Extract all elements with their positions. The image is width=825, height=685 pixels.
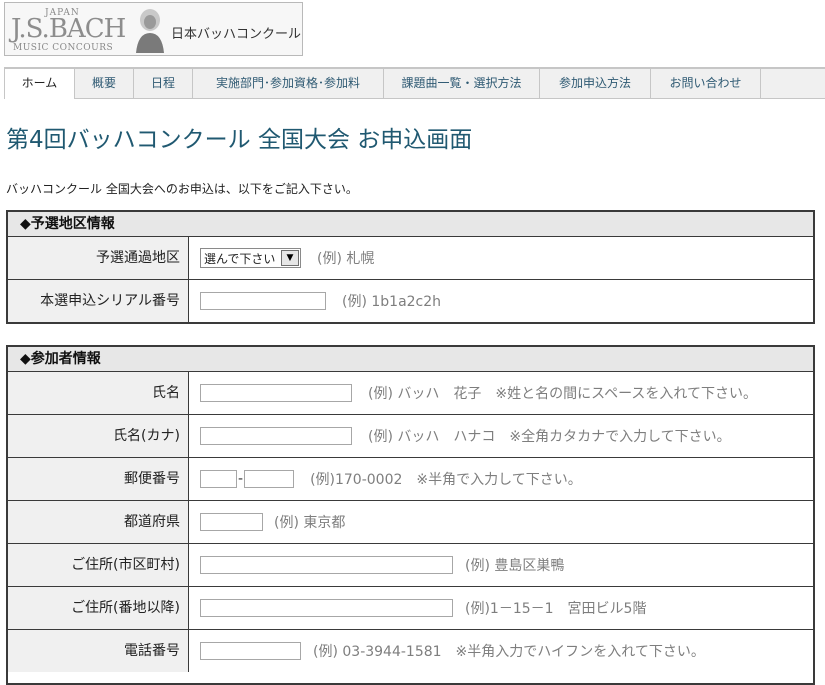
field-hint: (例) 03-3944-1581 ※半角入力でハイフンを入れて下さい。 bbox=[313, 644, 705, 660]
logo-jsbach-text: J.S.BACH bbox=[11, 14, 126, 44]
tab-overview[interactable]: 概要 bbox=[75, 69, 134, 98]
field-hint: (例)170-0002 ※半角で入力して下さい。 bbox=[310, 472, 582, 488]
section-heading: ◆参加者情報 bbox=[8, 347, 813, 372]
postal-code-second-input[interactable] bbox=[244, 470, 295, 488]
main-navigation: ホーム 概要 日程 実施部門･参加資格･参加料 課題曲一覧・選択方法 参加申込方… bbox=[4, 67, 825, 99]
field-label: 予選通過地区 bbox=[8, 237, 189, 279]
form-row-phone: 電話番号 (例) 03-3944-1581 ※半角入力でハイフンを入れて下さい。 bbox=[8, 630, 813, 672]
tab-schedule[interactable]: 日程 bbox=[134, 69, 193, 98]
dropdown-arrow-icon[interactable]: ▼ bbox=[281, 250, 299, 266]
field-hint: (例) 豊島区巣鴨 bbox=[465, 558, 565, 574]
logo-japanese-name: 日本バッハコンクール bbox=[171, 27, 302, 42]
field-label: 氏名 bbox=[8, 372, 189, 414]
field-hint: (例) 札幌 bbox=[317, 251, 375, 267]
field-label: ご住所(市区町村) bbox=[8, 544, 189, 586]
form-row-prefecture: 都道府県 (例) 東京都 bbox=[8, 501, 813, 544]
field-label: 氏名(カナ) bbox=[8, 415, 189, 457]
field-label: 郵便番号 bbox=[8, 458, 189, 500]
form-row-serial: 本選申込シリアル番号 (例) 1b1a2c2h bbox=[8, 280, 813, 322]
postal-code-separator: - bbox=[238, 471, 244, 487]
field-hint: (例) 東京都 bbox=[274, 515, 346, 531]
phone-input[interactable] bbox=[200, 642, 301, 660]
name-kana-input[interactable] bbox=[200, 427, 352, 445]
prefecture-input[interactable] bbox=[200, 513, 263, 531]
bach-portrait-icon bbox=[136, 9, 164, 53]
tab-application-method[interactable]: 参加申込方法 bbox=[540, 69, 651, 98]
field-hint: (例) バッハ ハナコ ※全角カタカナで入力して下さい。 bbox=[368, 429, 731, 445]
field-label: 電話番号 bbox=[8, 630, 189, 672]
region-select[interactable]: 選んで下さい ▼ bbox=[200, 248, 301, 268]
field-hint: (例)1－15－1 宮田ビル5階 bbox=[465, 601, 647, 617]
form-row-name: 氏名 (例) バッハ 花子 ※姓と名の間にスペースを入れて下さい。 bbox=[8, 372, 813, 415]
name-input[interactable] bbox=[200, 384, 352, 402]
tab-divisions-eligibility-fees[interactable]: 実施部門･参加資格･参加料 bbox=[193, 69, 384, 98]
intro-text: バッハコンクール 全国大会へのお申込は、以下をご記入下さい。 bbox=[6, 182, 358, 196]
tab-contact[interactable]: お問い合わせ bbox=[651, 69, 761, 98]
region-select-value: 選んで下さい bbox=[204, 251, 276, 266]
tab-repertoire-list[interactable]: 課題曲一覧・選択方法 bbox=[384, 69, 540, 98]
form-row-name-kana: 氏名(カナ) (例) バッハ ハナコ ※全角カタカナで入力して下さい。 bbox=[8, 415, 813, 458]
section-heading: ◆予選地区情報 bbox=[8, 212, 813, 237]
form-row-postal-code: 郵便番号 - (例)170-0002 ※半角で入力して下さい。 bbox=[8, 458, 813, 501]
field-label: ご住所(番地以降) bbox=[8, 587, 189, 629]
form-row-address-city: ご住所(市区町村) (例) 豊島区巣鴨 bbox=[8, 544, 813, 587]
form-row-region: 予選通過地区 選んで下さい ▼ (例) 札幌 bbox=[8, 237, 813, 280]
logo-music-concours-text: MUSIC CONCOURS bbox=[13, 43, 114, 53]
field-hint: (例) バッハ 花子 ※姓と名の間にスペースを入れて下さい。 bbox=[368, 386, 758, 402]
address-city-input[interactable] bbox=[200, 556, 453, 574]
tab-home[interactable]: ホーム bbox=[4, 69, 75, 99]
field-label: 本選申込シリアル番号 bbox=[8, 280, 189, 322]
field-label: 都道府県 bbox=[8, 501, 189, 543]
section-preliminary-region: ◆予選地区情報 予選通過地区 選んで下さい ▼ (例) 札幌 本選申込シリアル番… bbox=[6, 210, 815, 324]
postal-code-first-input[interactable] bbox=[200, 470, 237, 488]
form-row-address-street: ご住所(番地以降) (例)1－15－1 宮田ビル5階 bbox=[8, 587, 813, 630]
serial-number-input[interactable] bbox=[200, 292, 326, 310]
field-hint: (例) 1b1a2c2h bbox=[342, 294, 442, 310]
section-participant-info: ◆参加者情報 氏名 (例) バッハ 花子 ※姓と名の間にスペースを入れて下さい。… bbox=[6, 345, 815, 685]
address-street-input[interactable] bbox=[200, 599, 453, 617]
page-title: 第4回バッハコンクール 全国大会 お申込画面 bbox=[6, 127, 473, 153]
site-logo[interactable]: JAPAN J.S.BACH MUSIC CONCOURS 日本バッハコンクール bbox=[4, 2, 303, 56]
